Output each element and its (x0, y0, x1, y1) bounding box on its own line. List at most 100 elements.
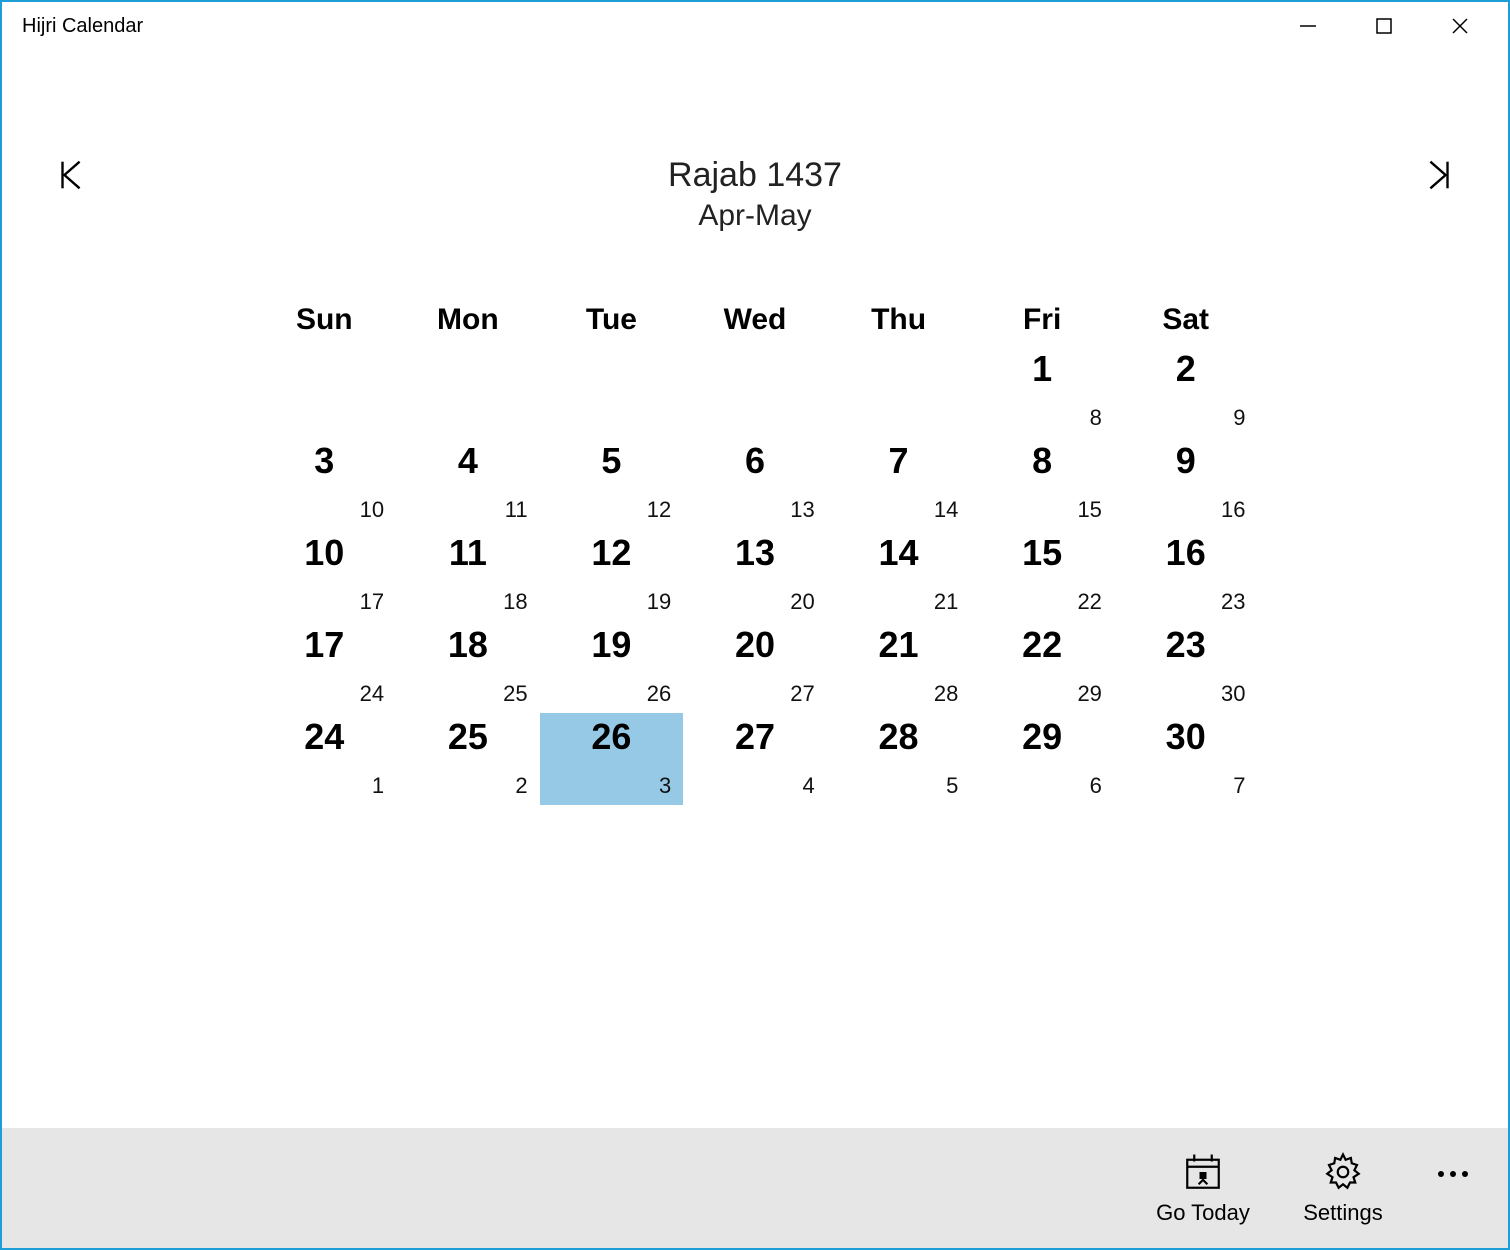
calendar-cell[interactable]: 1926 (540, 621, 684, 713)
go-today-button[interactable]: Go Today (1148, 1150, 1258, 1226)
gregorian-day: 28 (934, 681, 958, 707)
prev-month-button[interactable] (52, 155, 92, 195)
hijri-day: 15 (970, 535, 1114, 571)
hijri-day: 16 (1114, 535, 1258, 571)
go-today-label: Go Today (1156, 1200, 1250, 1226)
gregorian-day: 3 (659, 773, 671, 799)
hijri-day: 8 (970, 443, 1114, 479)
more-button[interactable] (1428, 1149, 1478, 1199)
hijri-day: 14 (827, 535, 971, 571)
gregorian-day: 19 (647, 589, 671, 615)
calendar-cell[interactable]: 1320 (683, 529, 827, 621)
hijri-day: 21 (827, 627, 971, 663)
hijri-day: 4 (396, 443, 540, 479)
minimize-button[interactable] (1270, 2, 1346, 50)
weekday-header: Fri (970, 295, 1114, 345)
hijri-day: 29 (970, 719, 1114, 755)
gregorian-day: 15 (1077, 497, 1101, 523)
gregorian-day: 30 (1221, 681, 1245, 707)
dot-icon (1450, 1171, 1456, 1177)
gregorian-range-label: Apr-May (668, 196, 842, 235)
weekday-header: Sun (253, 295, 397, 345)
hijri-day: 13 (683, 535, 827, 571)
calendar-cell[interactable]: 10 17 (253, 529, 397, 621)
gregorian-day: 22 (1077, 589, 1101, 615)
calendar-cell[interactable]: 1118 (396, 529, 540, 621)
app-window: Hijri Calendar Rajab 1437 Apr-M (0, 0, 1510, 1250)
hijri-month-label: Rajab 1437 (668, 155, 842, 196)
calendar-cell[interactable]: 26 3 (540, 713, 684, 805)
maximize-button[interactable] (1346, 2, 1422, 50)
gregorian-day: 23 (1221, 589, 1245, 615)
dot-icon (1462, 1171, 1468, 1177)
gregorian-day: 25 (503, 681, 527, 707)
calendar-cell[interactable]: 2330 (1114, 621, 1258, 713)
weekday-row: SunMonTueWedThuFriSat (253, 295, 1258, 345)
calendar-cell-empty (540, 345, 684, 437)
gregorian-day: 16 (1221, 497, 1245, 523)
calendar-cell[interactable]: 21 28 (827, 621, 971, 713)
gregorian-day: 26 (647, 681, 671, 707)
gregorian-day: 24 (360, 681, 384, 707)
hijri-day: 6 (683, 443, 827, 479)
calendar-cell[interactable]: 8 15 (970, 437, 1114, 529)
hijri-day: 10 (253, 535, 397, 571)
gregorian-day: 11 (505, 497, 528, 523)
calendar-cell[interactable]: 14 21 (827, 529, 971, 621)
calendar-cell[interactable]: 30 7 (1114, 713, 1258, 805)
calendar-cell[interactable]: 4 11 (396, 437, 540, 529)
calendar-cell[interactable]: 18 (970, 345, 1114, 437)
close-button[interactable] (1422, 2, 1498, 50)
close-icon (1450, 16, 1470, 36)
calendar-cell-empty (827, 345, 971, 437)
hijri-day: 17 (253, 627, 397, 663)
gregorian-day: 29 (1077, 681, 1101, 707)
calendar-cell[interactable]: 29 (1114, 345, 1258, 437)
calendar-cell[interactable]: 9 16 (1114, 437, 1258, 529)
next-month-button[interactable] (1418, 155, 1458, 195)
calendar-cell[interactable]: 274 (683, 713, 827, 805)
hijri-day: 9 (1114, 443, 1258, 479)
calendar-cell[interactable]: 714 (827, 437, 971, 529)
calendar-cell[interactable]: 252 (396, 713, 540, 805)
calendar-cell[interactable]: 241 (253, 713, 397, 805)
gregorian-day: 21 (934, 589, 958, 615)
hijri-day: 7 (827, 443, 971, 479)
hijri-day: 22 (970, 627, 1114, 663)
calendar-cell[interactable]: 1825 (396, 621, 540, 713)
settings-button[interactable]: Settings (1288, 1150, 1398, 1226)
hijri-day: 26 (540, 719, 684, 755)
weekday-header: Thu (827, 295, 971, 345)
calendar-cell[interactable]: 1522 (970, 529, 1114, 621)
hijri-day: 3 (253, 443, 397, 479)
gregorian-day: 6 (1090, 773, 1102, 799)
weekday-header: Wed (683, 295, 827, 345)
hijri-day: 30 (1114, 719, 1258, 755)
calendar-grid: 1829310411512613714815916101711181219132… (253, 345, 1258, 805)
calendar-cell[interactable]: 29 6 (970, 713, 1114, 805)
hijri-day: 1 (970, 351, 1114, 387)
calendar-cell[interactable]: 2027 (683, 621, 827, 713)
calendar-cell-empty (683, 345, 827, 437)
calendar-cell[interactable]: 1724 (253, 621, 397, 713)
gregorian-day: 7 (1233, 773, 1245, 799)
content-area: Rajab 1437 Apr-May SunMonTueWedThuFriSat… (2, 50, 1508, 1128)
gregorian-day: 17 (360, 589, 384, 615)
calendar-cell[interactable]: 613 (683, 437, 827, 529)
calendar-cell[interactable]: 285 (827, 713, 971, 805)
calendar-cell[interactable]: 1219 (540, 529, 684, 621)
calendar-cell[interactable]: 512 (540, 437, 684, 529)
next-icon (1419, 156, 1457, 194)
maximize-icon (1374, 16, 1394, 36)
hijri-day: 5 (540, 443, 684, 479)
minimize-icon (1298, 16, 1318, 36)
window-title: Hijri Calendar (22, 15, 143, 38)
calendar-cell[interactable]: 3 10 (253, 437, 397, 529)
titlebar: Hijri Calendar (2, 2, 1508, 50)
calendar-cell[interactable]: 22 29 (970, 621, 1114, 713)
gregorian-day: 27 (790, 681, 814, 707)
gregorian-day: 10 (360, 497, 384, 523)
calendar-cell[interactable]: 1623 (1114, 529, 1258, 621)
settings-label: Settings (1303, 1200, 1383, 1226)
gregorian-day: 4 (803, 773, 815, 799)
